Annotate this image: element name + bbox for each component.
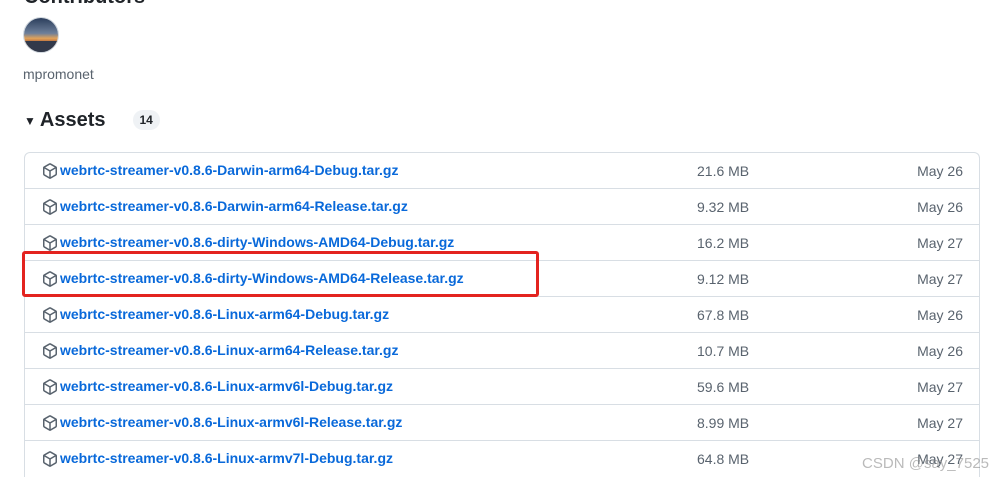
asset-download-link[interactable]: webrtc-streamer-v0.8.6-Darwin-arm64-Debu… <box>60 162 398 178</box>
assets-toggle[interactable]: ▼ Assets 14 <box>24 106 160 134</box>
asset-date: May 26 <box>917 163 963 179</box>
asset-size: 21.6 MB <box>697 163 750 179</box>
asset-size: 64.8 MB <box>697 451 750 467</box>
asset-row: webrtc-streamer-v0.8.6-Darwin-arm64-Debu… <box>25 153 979 189</box>
asset-size: 9.12 MB <box>697 271 750 287</box>
asset-date: May 26 <box>917 343 963 359</box>
asset-row: webrtc-streamer-v0.8.6-Darwin-arm64-Rele… <box>25 189 979 225</box>
asset-download-link[interactable]: webrtc-streamer-v0.8.6-Linux-armv7l-Debu… <box>60 450 393 466</box>
asset-size: 59.6 MB <box>697 379 750 395</box>
package-icon <box>42 271 58 287</box>
watermark: CSDN @say_7525 <box>862 455 989 472</box>
package-icon <box>42 415 58 431</box>
asset-row: webrtc-streamer-v0.8.6-dirty-Windows-AMD… <box>25 225 979 261</box>
asset-size: 9.32 MB <box>697 199 750 215</box>
asset-date: May 26 <box>917 199 963 215</box>
asset-date: May 27 <box>917 235 963 251</box>
assets-title: Assets <box>39 108 106 131</box>
asset-download-link[interactable]: webrtc-streamer-v0.8.6-dirty-Windows-AMD… <box>60 234 454 250</box>
asset-download-link[interactable]: webrtc-streamer-v0.8.6-Linux-armv6l-Debu… <box>60 378 393 394</box>
avatar[interactable] <box>23 17 59 53</box>
asset-row: webrtc-streamer-v0.8.6-Linux-armv6l-Debu… <box>25 369 979 405</box>
triangle-down-icon: ▼ <box>24 114 36 128</box>
package-icon <box>42 379 58 395</box>
asset-download-link[interactable]: webrtc-streamer-v0.8.6-dirty-Windows-AMD… <box>60 270 464 286</box>
package-icon <box>42 307 58 323</box>
asset-date: May 27 <box>917 271 963 287</box>
asset-row: webrtc-streamer-v0.8.6-Linux-arm64-Relea… <box>25 333 979 369</box>
asset-row: webrtc-streamer-v0.8.6-dirty-Windows-AMD… <box>25 261 979 297</box>
asset-download-link[interactable]: webrtc-streamer-v0.8.6-Linux-armv6l-Rele… <box>60 414 402 430</box>
asset-row: webrtc-streamer-v0.8.6-Linux-armv6l-Rele… <box>25 405 979 441</box>
asset-download-link[interactable]: webrtc-streamer-v0.8.6-Darwin-arm64-Rele… <box>60 198 408 214</box>
asset-list: webrtc-streamer-v0.8.6-Darwin-arm64-Debu… <box>24 152 980 477</box>
asset-row: webrtc-streamer-v0.8.6-Linux-arm64-Debug… <box>25 297 979 333</box>
avatar-image <box>24 18 58 52</box>
asset-size: 8.99 MB <box>697 415 750 431</box>
package-icon <box>42 343 58 359</box>
asset-download-link[interactable]: webrtc-streamer-v0.8.6-Linux-arm64-Relea… <box>60 342 398 358</box>
package-icon <box>42 451 58 467</box>
asset-date: May 27 <box>917 379 963 395</box>
contributors-heading: Contributors <box>24 0 145 9</box>
package-icon <box>42 163 58 179</box>
asset-size: 16.2 MB <box>697 235 750 251</box>
asset-row: webrtc-streamer-v0.8.6-Linux-armv7l-Debu… <box>25 441 979 477</box>
assets-count-badge: 14 <box>132 110 160 130</box>
asset-size: 10.7 MB <box>697 343 750 359</box>
package-icon <box>42 199 58 215</box>
asset-size: 67.8 MB <box>697 307 750 323</box>
contributor-username[interactable]: mpromonet <box>23 66 94 82</box>
asset-date: May 26 <box>917 307 963 323</box>
package-icon <box>42 235 58 251</box>
asset-download-link[interactable]: webrtc-streamer-v0.8.6-Linux-arm64-Debug… <box>60 306 389 322</box>
asset-date: May 27 <box>917 415 963 431</box>
